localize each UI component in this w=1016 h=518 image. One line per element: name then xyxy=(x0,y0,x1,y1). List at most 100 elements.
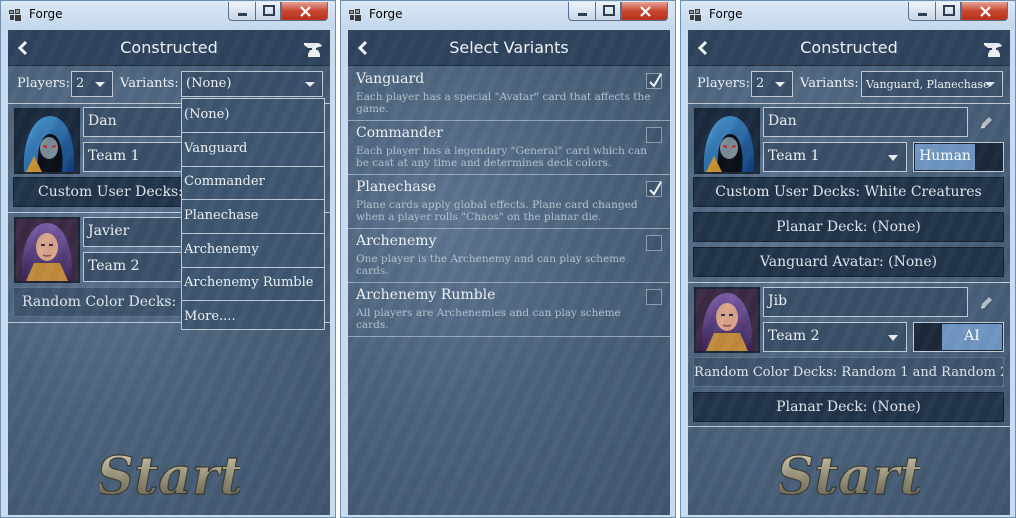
dropdown-option[interactable]: Commander xyxy=(182,166,324,200)
pencil-icon[interactable] xyxy=(978,295,994,311)
page-title: Constructed xyxy=(120,38,218,57)
checkmark-icon xyxy=(649,181,662,196)
team-select-value: Team 1 xyxy=(88,148,140,164)
team-select[interactable]: Team 2 xyxy=(83,252,183,282)
player-name-field[interactable]: Jib xyxy=(763,287,968,317)
anvil-icon[interactable] xyxy=(982,37,1004,59)
variant-checkbox[interactable] xyxy=(646,235,662,251)
window-constructed-dropdown: Forge Constructed Players: 2 Variants: (… xyxy=(0,0,336,518)
divider xyxy=(688,282,1010,283)
variant-description: Each player has a special "Avatar" card … xyxy=(356,91,651,115)
player-name-value: Dan xyxy=(768,113,797,129)
divider xyxy=(688,103,1010,104)
planar-deck-button[interactable]: Planar Deck: (None) xyxy=(693,212,1004,242)
player-avatar-javier[interactable] xyxy=(14,217,80,283)
back-arrow-icon[interactable] xyxy=(16,40,30,56)
variants-label: Variants: xyxy=(800,76,859,91)
deck-button-label: Custom User Decks: White Creatures xyxy=(715,184,982,200)
player-type-toggle[interactable]: Human xyxy=(913,142,1004,172)
title-bar[interactable]: Forge xyxy=(1,1,335,29)
header-bar: Constructed xyxy=(688,30,1010,66)
forge-app-icon xyxy=(9,9,21,21)
maximize-button[interactable] xyxy=(935,2,961,21)
back-arrow-icon[interactable] xyxy=(696,40,710,56)
players-select-value: 2 xyxy=(756,76,765,91)
variant-row-archenemy[interactable]: Archenemy One player is the Archenemy an… xyxy=(348,229,670,283)
screen-content: Constructed Players: 2 Variants: (None) … xyxy=(8,30,330,515)
sorceress-portrait-image xyxy=(696,289,758,351)
player-avatar-jib[interactable] xyxy=(694,287,760,353)
minimize-button[interactable] xyxy=(228,2,255,21)
deck-button[interactable]: Random Color Decks: Random 1 and Random … xyxy=(693,357,1004,387)
page-title: Constructed xyxy=(800,38,898,57)
maximize-button[interactable] xyxy=(255,2,281,21)
window-title: Forge xyxy=(369,7,403,21)
title-bar[interactable]: Forge xyxy=(681,1,1015,29)
player-name-field[interactable]: Javier xyxy=(83,217,183,247)
screen-content: Select Variants Vanguard Each player has… xyxy=(348,30,670,515)
variants-select-value: Vanguard, Planechase xyxy=(866,78,990,91)
maximize-button[interactable] xyxy=(595,2,621,21)
variant-checkbox[interactable] xyxy=(646,73,662,89)
variant-description: One player is the Archenemy and can play… xyxy=(356,253,626,277)
back-arrow-icon[interactable] xyxy=(356,40,370,56)
window-title: Forge xyxy=(29,7,63,21)
close-button[interactable] xyxy=(621,2,668,21)
deck-button[interactable]: Random Color Decks: Ran xyxy=(13,287,193,317)
screen-content: Constructed Players: 2 Variants: Vanguar… xyxy=(688,30,1010,515)
dropdown-option[interactable]: More.... xyxy=(182,301,324,335)
dropdown-option[interactable]: Archenemy Rumble xyxy=(182,267,324,301)
variant-row-archenemy-rumble[interactable]: Archenemy Rumble All players are Archene… xyxy=(348,283,670,337)
variants-dropdown-list: (None) Vanguard Commander Planechase Arc… xyxy=(181,98,325,330)
variants-select[interactable]: (None) xyxy=(181,71,323,97)
variant-checkbox[interactable] xyxy=(646,289,662,305)
variants-label: Variants: xyxy=(120,76,179,91)
players-select[interactable]: 2 xyxy=(751,71,793,97)
title-bar[interactable]: Forge xyxy=(341,1,675,29)
pencil-icon[interactable] xyxy=(978,115,994,131)
variant-checkbox[interactable] xyxy=(646,181,662,197)
team-select[interactable]: Team 2 xyxy=(763,322,907,352)
player-avatar-dan[interactable] xyxy=(694,108,760,174)
dropdown-option[interactable]: Vanguard xyxy=(182,133,324,167)
player-name-field[interactable]: Dan xyxy=(83,107,183,137)
chevron-down-icon xyxy=(888,335,898,341)
planar-deck-label: Planar Deck: (None) xyxy=(776,399,921,415)
planar-deck-button[interactable]: Planar Deck: (None) xyxy=(693,392,1004,422)
variant-row-vanguard[interactable]: Vanguard Each player has a special "Avat… xyxy=(348,67,670,121)
vanguard-avatar-button[interactable]: Vanguard Avatar: (None) xyxy=(693,247,1004,277)
player-type-toggle[interactable]: AI xyxy=(913,322,1004,352)
deck-button-label: Random Color Decks: Random 1 and Random … xyxy=(694,365,1004,380)
chevron-down-icon xyxy=(305,82,315,87)
variant-name: Commander xyxy=(356,125,443,141)
minimize-button[interactable] xyxy=(908,2,935,21)
players-select[interactable]: 2 xyxy=(71,71,113,97)
team-select[interactable]: Team 1 xyxy=(83,142,183,172)
team-select[interactable]: Team 1 xyxy=(763,142,907,172)
players-select-value: 2 xyxy=(76,76,85,91)
close-button[interactable] xyxy=(961,2,1008,21)
header-bar: Constructed xyxy=(8,30,330,66)
variant-description: Each player has a legendary "General" ca… xyxy=(356,145,648,169)
dropdown-option[interactable]: Planechase xyxy=(182,200,324,234)
variant-row-commander[interactable]: Commander Each player has a legendary "G… xyxy=(348,121,670,175)
player-avatar-dan[interactable] xyxy=(14,108,80,174)
minimize-button[interactable] xyxy=(568,2,595,21)
variants-select[interactable]: Vanguard, Planechase xyxy=(861,71,1003,97)
variant-row-planechase[interactable]: Planechase Plane cards apply global effe… xyxy=(348,175,670,229)
hooded-portrait-image xyxy=(16,110,78,172)
forge-app-icon xyxy=(689,9,701,21)
deck-button[interactable]: Custom User Decks: White Creatures xyxy=(693,177,1004,207)
player-name-field[interactable]: Dan xyxy=(763,107,968,137)
anvil-icon[interactable] xyxy=(302,37,324,59)
start-button[interactable]: Start xyxy=(780,446,920,506)
variant-checkbox[interactable] xyxy=(646,127,662,143)
dropdown-option[interactable]: Archenemy xyxy=(182,234,324,268)
dropdown-option[interactable]: (None) xyxy=(182,99,324,133)
close-button[interactable] xyxy=(281,2,328,21)
team-select-value: Team 2 xyxy=(88,258,140,274)
variant-name: Planechase xyxy=(356,179,437,195)
window-select-variants: Forge Select Variants Vanguard Each play… xyxy=(340,0,676,518)
deck-button[interactable]: Custom User Decks: xyxy=(13,177,193,207)
start-button[interactable]: Start xyxy=(100,446,240,506)
